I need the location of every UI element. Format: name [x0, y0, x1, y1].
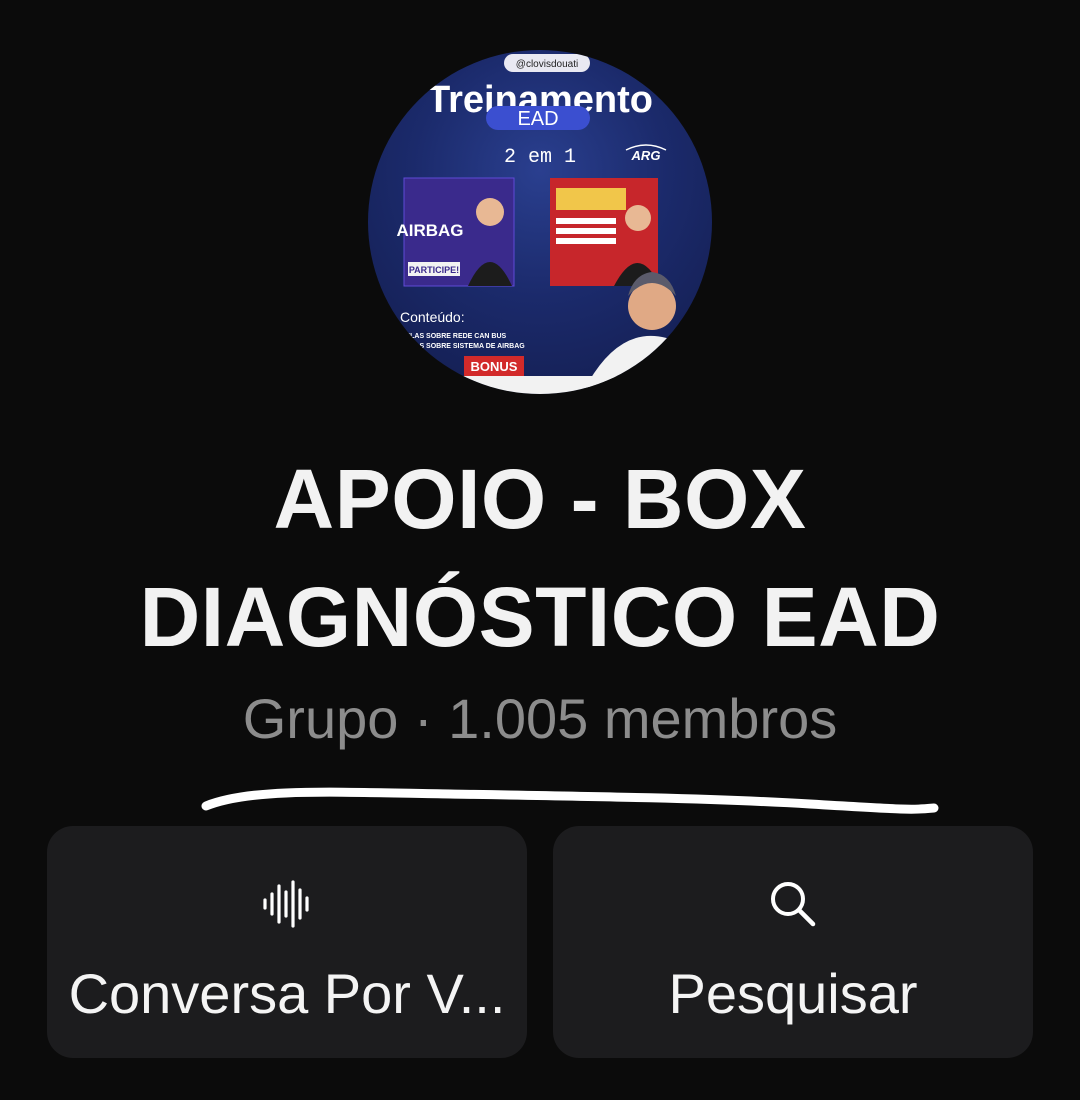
- group-member-count[interactable]: Grupo · 1.005 membros: [40, 684, 1040, 754]
- avatar-tagline: 2 em 1: [504, 146, 576, 169]
- search-label: Pesquisar: [668, 962, 918, 1025]
- voice-chat-button[interactable]: Conversa Por V...: [47, 826, 527, 1058]
- avatar-badge: EAD: [517, 108, 558, 130]
- avatar-brand: ARG: [631, 148, 661, 163]
- avatar-card-right: [550, 178, 660, 286]
- group-title-line-1: APOIO - BOX: [273, 452, 807, 546]
- avatar-presenter: [582, 272, 712, 394]
- avatar-card-left: AIRBAG PARTICIPE!: [396, 177, 515, 287]
- avatar-card-left-title: AIRBAG: [396, 221, 463, 240]
- waveform-icon: [263, 880, 309, 928]
- search-button[interactable]: Pesquisar: [553, 826, 1033, 1058]
- avatar-handle: @clovisdouati: [516, 59, 578, 70]
- avatar-card-left-cta: PARTICIPE!: [409, 265, 459, 275]
- search-icon: [771, 882, 816, 927]
- group-title-line-2: DIAGNÓSTICO EAD: [139, 570, 941, 664]
- avatar-content-line-1: AULAS SOBRE REDE CAN BUS: [400, 333, 507, 340]
- hand-drawn-underline: [201, 787, 939, 814]
- avatar-bottom-band: [368, 376, 712, 394]
- group-title: APOIO - BOX DIAGNÓSTICO EAD: [40, 440, 1040, 676]
- avatar-bonus: BONUS: [471, 359, 518, 374]
- avatar-content-line-2: AULAS SOBRE SISTEMA DE AIRBAG: [400, 343, 525, 350]
- avatar-content-heading: Conteúdo:: [400, 309, 465, 325]
- avatar-artwork: @clovisdouati Treinamento EAD 2 em 1 ARG…: [368, 54, 712, 394]
- voice-chat-label: Conversa Por V...: [68, 962, 506, 1025]
- group-avatar[interactable]: @clovisdouati Treinamento EAD 2 em 1 ARG…: [368, 50, 712, 394]
